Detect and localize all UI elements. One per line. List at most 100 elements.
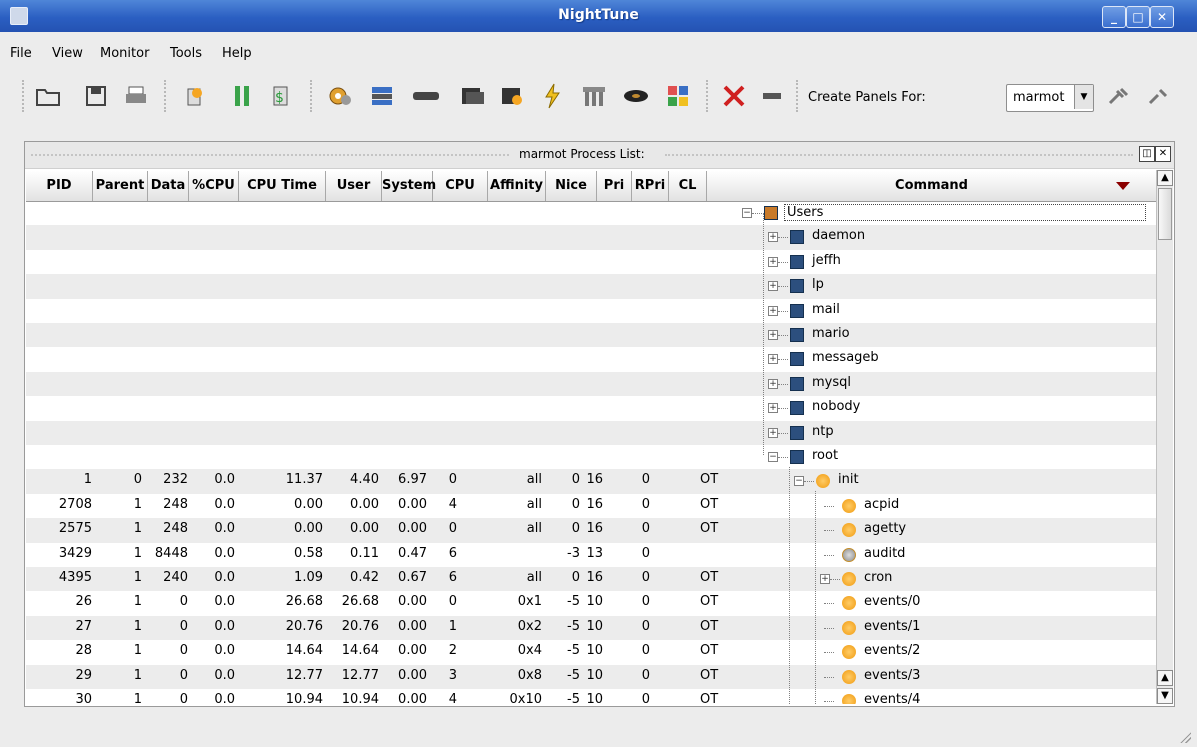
column-header-pid[interactable]: PID <box>26 171 93 201</box>
table-row[interactable]: 30 1 0 0.0 10.94 10.94 0.00 4 0x10 -5 10 0 OT events/… <box>26 689 1156 704</box>
chevron-down-icon[interactable]: ▼ <box>1074 85 1093 109</box>
table-row[interactable]: 2708 1 248 0.0 0.00 0.00 0.00 4 all 0 16 0 OT acpid <box>26 494 1156 518</box>
toolbar-grip[interactable] <box>22 80 28 112</box>
command-label[interactable]: lp <box>812 277 824 292</box>
resize-grip[interactable] <box>1179 731 1191 743</box>
table-row[interactable]: + messageb <box>26 347 1156 371</box>
table-row[interactable]: − root <box>26 445 1156 469</box>
command-label[interactable]: acpid <box>864 497 899 512</box>
expand-icon[interactable]: + <box>768 330 778 340</box>
gear-icon[interactable] <box>324 80 356 112</box>
update-icon[interactable]: $ <box>264 80 296 112</box>
expand-icon[interactable]: + <box>768 281 778 292</box>
command-label[interactable]: agetty <box>864 521 906 536</box>
expand-icon[interactable]: + <box>820 574 830 584</box>
command-label[interactable]: events/2 <box>864 643 920 658</box>
command-label[interactable]: events/0 <box>864 594 920 609</box>
minimize-button[interactable]: _ <box>1102 6 1126 28</box>
table-row[interactable]: + nobody <box>26 396 1156 420</box>
column-header-user[interactable]: User <box>326 171 382 201</box>
network-icon[interactable] <box>366 80 398 112</box>
column-header-command[interactable]: Command <box>707 171 1156 201</box>
menu-monitor[interactable]: Monitor <box>100 46 149 61</box>
column-header-cl[interactable]: CL <box>669 171 707 201</box>
menu-help[interactable]: Help <box>222 46 252 61</box>
table-row[interactable]: + mail <box>26 299 1156 323</box>
create-panels-select[interactable]: marmot ▼ <box>1006 84 1094 112</box>
close-button[interactable]: ✕ <box>1150 6 1174 28</box>
scroll-up-button[interactable]: ▲ <box>1157 670 1173 686</box>
column-header-cpu[interactable]: CPU <box>433 171 488 201</box>
table-row[interactable]: 26 1 0 0.0 26.68 26.68 0.00 0 0x1 -5 10 0 OT events/0 <box>26 591 1156 615</box>
command-label[interactable]: cron <box>864 570 892 585</box>
toolbar-grip[interactable] <box>164 80 170 112</box>
column-header-rpri[interactable]: RPri <box>632 171 669 201</box>
collapse-icon[interactable]: − <box>742 208 752 218</box>
menu-view[interactable]: View <box>52 46 83 61</box>
memory-icon[interactable] <box>410 80 442 112</box>
table-row[interactable]: + jeffh <box>26 250 1156 274</box>
maximize-button[interactable]: □ <box>1126 6 1150 28</box>
expand-icon[interactable]: + <box>768 305 778 316</box>
refresh-icon[interactable] <box>178 80 210 112</box>
expand-icon[interactable]: + <box>768 354 778 365</box>
collapse-icon[interactable]: − <box>768 452 778 462</box>
sort-descending-icon[interactable] <box>1116 182 1130 190</box>
table-row[interactable]: + mysql <box>26 371 1156 397</box>
column-header-pri[interactable]: Pri <box>597 171 632 201</box>
cpu-icon[interactable] <box>456 80 488 112</box>
column-header-cpu-time[interactable]: CPU Time <box>239 171 326 201</box>
command-label[interactable]: jeffh <box>812 253 841 268</box>
expand-icon[interactable]: + <box>768 378 778 389</box>
command-label[interactable]: nobody <box>812 399 860 414</box>
unplug-icon[interactable] <box>1144 80 1176 112</box>
scroll-up-button[interactable]: ▲ <box>1157 170 1173 186</box>
table-row[interactable]: + ntp <box>26 420 1156 445</box>
print-icon[interactable] <box>120 80 152 112</box>
column-header-data[interactable]: Data <box>148 171 189 201</box>
toolbar-grip[interactable] <box>796 80 802 112</box>
command-label[interactable]: mysql <box>812 375 851 390</box>
command-label[interactable]: mail <box>812 302 840 317</box>
command-label[interactable]: root <box>812 448 838 463</box>
interrupt-icon[interactable] <box>536 80 568 112</box>
command-label[interactable]: events/3 <box>864 668 920 683</box>
column-header-nice[interactable]: Nice <box>546 171 597 201</box>
scroll-down-button[interactable]: ▼ <box>1157 688 1173 704</box>
table-row[interactable]: 4395 1 240 0.0 1.09 0.42 0.67 6 all 0 16 0 OT + cron <box>26 567 1156 592</box>
toolbar-grip[interactable] <box>706 80 712 112</box>
plug-icon[interactable] <box>1104 80 1136 112</box>
connect-icon[interactable] <box>756 80 788 112</box>
column-header-system[interactable]: System <box>382 171 436 201</box>
save-icon[interactable] <box>80 80 112 112</box>
table-row[interactable]: 2575 1 248 0.0 0.00 0.00 0.00 0 all 0 16 0 OT agetty <box>26 518 1156 543</box>
table-row[interactable]: 27 1 0 0.0 20.76 20.76 0.00 1 0x2 -5 10 0 OT events/1 <box>26 615 1156 641</box>
toolbar-grip[interactable] <box>310 80 316 112</box>
table-row[interactable]: − Users <box>26 201 1156 225</box>
command-label[interactable]: messageb <box>812 350 879 365</box>
column-header-cpu[interactable]: %CPU <box>189 171 239 201</box>
command-label[interactable]: init <box>838 472 859 487</box>
table-row[interactable]: 3429 1 8448 0.0 0.58 0.11 0.47 6 -3 13 0 auditd <box>26 543 1156 567</box>
menu-tools[interactable]: Tools <box>170 46 202 61</box>
expand-icon[interactable]: + <box>768 403 778 414</box>
command-label[interactable]: events/4 <box>864 692 920 704</box>
command-label[interactable]: Users <box>784 204 1146 221</box>
column-header-parent[interactable]: Parent <box>93 171 148 201</box>
panel-title-bar[interactable]: marmot Process List: ◫ ✕ <box>25 142 1174 169</box>
title-bar[interactable]: NightTune _ □ ✕ <box>0 0 1197 32</box>
command-label[interactable]: ntp <box>812 424 834 439</box>
table-row[interactable]: 1 0 232 0.0 11.37 4.40 6.97 0 all 0 16 0 OT − init <box>26 469 1156 494</box>
expand-icon[interactable]: + <box>768 256 778 267</box>
cpu2-icon[interactable] <box>496 80 528 112</box>
expand-icon[interactable]: + <box>768 232 778 243</box>
drive-icon[interactable] <box>620 80 652 112</box>
table-row[interactable]: + mario <box>26 323 1156 348</box>
command-label[interactable]: daemon <box>812 228 865 243</box>
vertical-scrollbar[interactable]: ▲ ▲ ▼ <box>1156 170 1173 704</box>
command-label[interactable]: events/1 <box>864 619 920 634</box>
collapse-icon[interactable]: − <box>794 476 804 487</box>
close-panel-button[interactable]: ✕ <box>1155 146 1171 162</box>
command-label[interactable]: mario <box>812 326 850 341</box>
open-icon[interactable] <box>32 80 64 112</box>
